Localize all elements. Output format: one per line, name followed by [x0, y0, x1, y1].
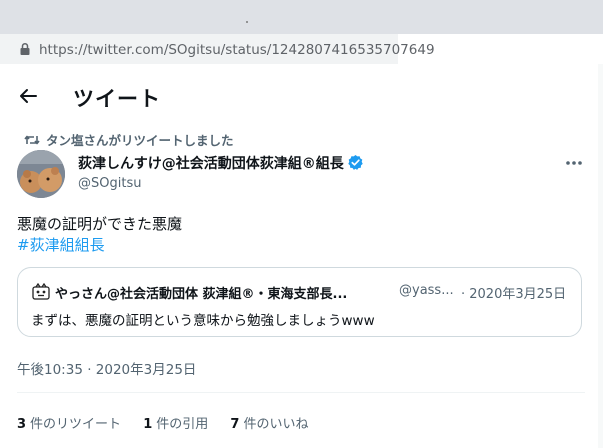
quote-text: まずは、悪魔の証明という意味から勉強しましょうwww — [31, 313, 375, 329]
quotes-stat[interactable]: 1 件の引用 — [143, 413, 208, 432]
divider — [17, 392, 585, 393]
avatar-image — [17, 150, 65, 198]
verified-badge-icon — [348, 155, 363, 170]
hashtag-link[interactable]: #荻津組組長 — [17, 235, 182, 256]
browser-tab-strip — [0, 0, 603, 34]
likes-count: 7 — [230, 417, 240, 432]
retweets-count: 3 — [17, 417, 27, 432]
tweet-timestamp[interactable]: 午後10:35 · 2020年3月25日 — [17, 358, 196, 378]
quote-author-name: やっさん@社会活動団体 荻津組®・東海支部長... — [55, 287, 348, 302]
author-name[interactable]: 荻津しんすけ@社会活動団体荻津組®組長 — [78, 153, 364, 173]
url-host: https://twitter.com — [39, 42, 164, 58]
author-name-text: 荻津しんすけ@社会活動団体荻津組®組長 — [78, 156, 344, 172]
scrollbar-track[interactable] — [598, 64, 603, 448]
likes-label: 件のいいね — [243, 417, 309, 432]
tweet-stats: 3 件のリツイート 1 件の引用 7 件のいいね — [17, 413, 326, 432]
retweets-label: 件のリツイート — [30, 417, 122, 432]
more-icon[interactable] — [565, 160, 583, 166]
quote-tweet-card[interactable]: やっさん@社会活動団体 荻津組®・東海支部長... @yass... · 202… — [17, 267, 582, 337]
lock-icon[interactable] — [18, 42, 32, 56]
page-title: ツイート — [73, 87, 161, 111]
retweet-context-text: タン塩さんがリツイートしました — [46, 133, 234, 148]
retweets-stat[interactable]: 3 件のリツイート — [17, 413, 121, 432]
retweet-icon — [24, 135, 40, 145]
quotes-count: 1 — [143, 417, 153, 432]
url-path: /SOgitsu/status/1242807416535707649 — [163, 42, 435, 58]
tab-strip-dot — [246, 21, 248, 23]
back-arrow-icon[interactable] — [17, 85, 39, 107]
quote-author-handle: @yass... — [399, 283, 454, 298]
avatar[interactable] — [17, 150, 65, 198]
quote-avatar — [32, 283, 50, 300]
likes-stat[interactable]: 7 件のいいね — [230, 413, 308, 432]
quote-date: · 2020年3月25日 — [461, 287, 567, 302]
tweet-body: 悪魔の証明ができた悪魔 #荻津組組長 — [17, 214, 182, 256]
quotes-label: 件の引用 — [156, 417, 209, 432]
url-text[interactable]: https://twitter.com/SOgitsu/status/12428… — [39, 42, 435, 58]
retweet-context[interactable]: タン塩さんがリツイートしました — [24, 130, 234, 149]
author-handle[interactable]: @SOgitsu — [78, 176, 141, 191]
tweet-text: 悪魔の証明ができた悪魔 — [17, 215, 183, 233]
